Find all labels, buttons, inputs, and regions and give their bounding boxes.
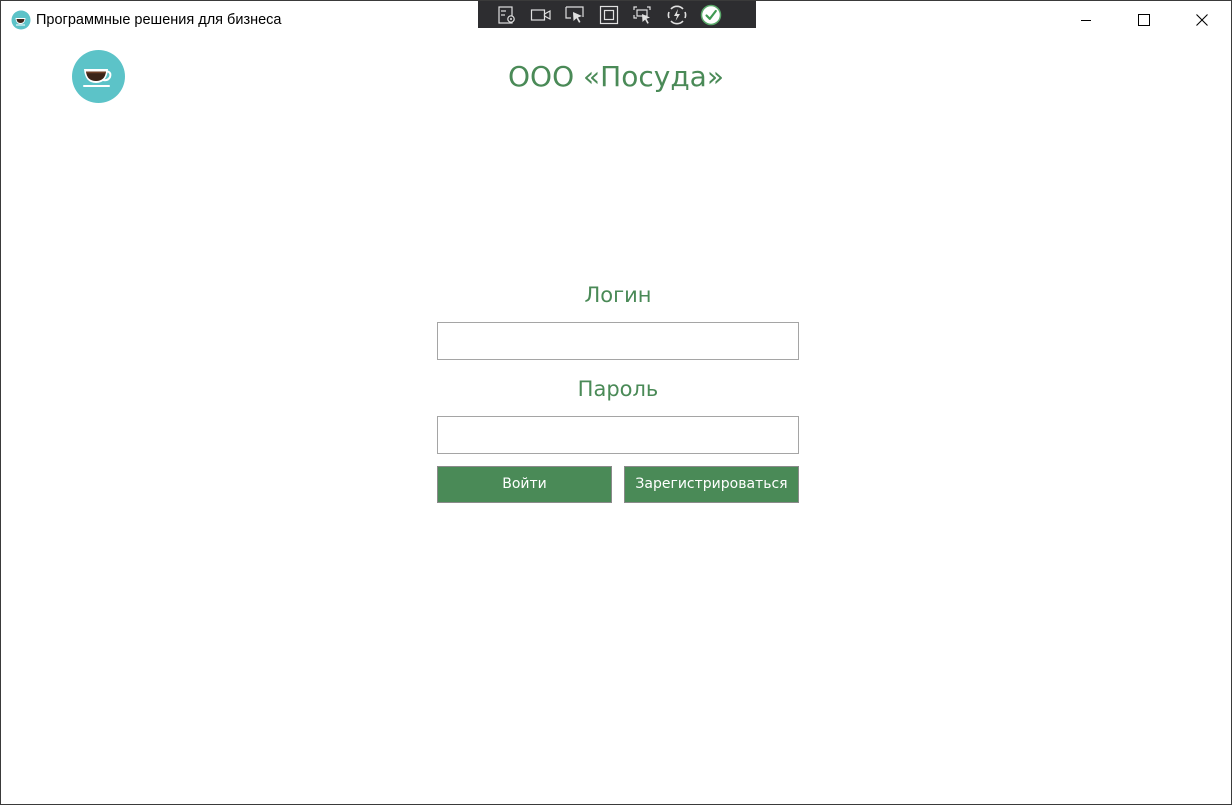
live-visual-tree-icon	[497, 5, 515, 24]
window-controls	[1057, 1, 1231, 39]
hot-reload-button[interactable]	[665, 4, 688, 26]
select-element-button[interactable]	[563, 4, 586, 26]
login-label: Логин	[584, 283, 652, 307]
minimize-button[interactable]	[1057, 1, 1115, 39]
minimize-icon	[1081, 20, 1091, 21]
record-icon	[530, 8, 551, 21]
record-button[interactable]	[529, 4, 552, 26]
track-focused-element-icon	[632, 5, 651, 24]
app-window: Программные решения для бизнеса ООО «Пос…	[0, 0, 1232, 805]
register-button[interactable]: Зарегистрироваться	[624, 466, 799, 503]
live-visual-tree-button[interactable]	[495, 4, 518, 26]
page-title: ООО «Посуда»	[508, 60, 724, 93]
close-button[interactable]	[1173, 1, 1231, 39]
display-layout-adorners-icon	[599, 5, 618, 24]
hot-reload-status-check-icon	[700, 4, 721, 25]
password-input[interactable]	[437, 416, 799, 454]
window-title: Программные решения для бизнеса	[36, 12, 282, 28]
hot-reload-icon	[667, 4, 686, 25]
track-focused-element-button[interactable]	[631, 4, 654, 26]
login-input[interactable]	[437, 322, 799, 360]
debug-toolbar	[478, 1, 756, 28]
display-layout-adorners-button[interactable]	[597, 4, 620, 26]
app-icon	[11, 10, 31, 30]
select-element-icon	[564, 5, 584, 23]
password-label: Пароль	[577, 377, 659, 401]
login-button[interactable]: Войти	[437, 466, 612, 503]
hot-reload-status-button[interactable]	[699, 4, 722, 26]
maximize-icon	[1138, 14, 1150, 26]
maximize-button[interactable]	[1115, 1, 1173, 39]
close-icon	[1196, 14, 1208, 26]
